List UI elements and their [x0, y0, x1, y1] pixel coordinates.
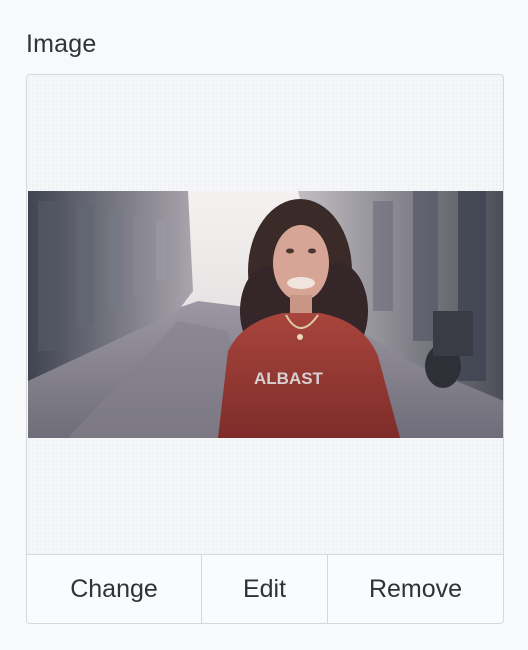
- image-preview-area: ALBAST: [27, 75, 503, 555]
- image-field: ALBAST Change Edit Remove: [26, 74, 504, 624]
- remove-button[interactable]: Remove: [327, 555, 503, 623]
- image-actions: Change Edit Remove: [27, 555, 503, 623]
- preview-photo: ALBAST: [28, 191, 503, 438]
- change-button[interactable]: Change: [27, 555, 201, 623]
- sweater-print-text: ALBAST: [254, 369, 324, 388]
- edit-button[interactable]: Edit: [201, 555, 327, 623]
- image-field-label: Image: [26, 30, 97, 58]
